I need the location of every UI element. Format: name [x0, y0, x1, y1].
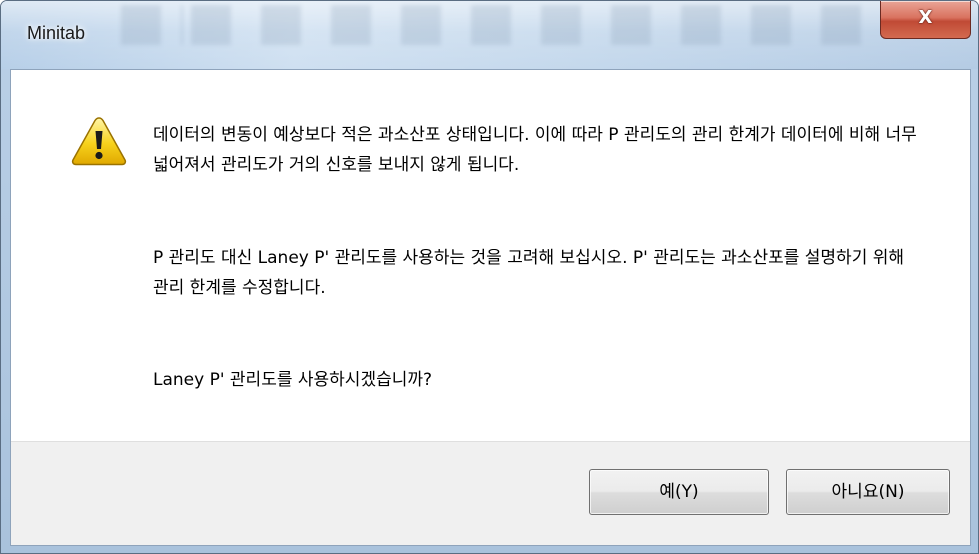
message-paragraph-1: 데이터의 변동이 예상보다 적은 과소산포 상태입니다. 이에 따라 P 관리도… — [153, 125, 917, 175]
message-area: 데이터의 변동이 예상보다 적은 과소산포 상태입니다. 이에 따라 P 관리도… — [11, 70, 970, 442]
dialog-window: Minitab X 데이터의 변동이 예상보다 적은 과소산포 상태입니다. 이… — [0, 0, 979, 554]
message-paragraph-2: P 관리도 대신 Laney P' 관리도를 사용하는 것을 고려해 보십시오.… — [153, 248, 905, 298]
close-icon: X — [918, 7, 933, 28]
dialog-body: 데이터의 변동이 예상보다 적은 과소산포 상태입니다. 이에 따라 P 관리도… — [10, 69, 971, 546]
window-title: Minitab — [27, 23, 86, 43]
title-bar[interactable]: Minitab X — [1, 1, 978, 69]
warning-icon — [71, 117, 127, 166]
message-question: Laney P' 관리도를 사용하시겠습니까? — [153, 370, 433, 390]
no-button[interactable]: 아니요(N) — [786, 469, 950, 515]
blurred-background — [121, 5, 881, 45]
yes-button[interactable]: 예(Y) — [589, 469, 769, 515]
close-button[interactable]: X — [880, 1, 971, 39]
